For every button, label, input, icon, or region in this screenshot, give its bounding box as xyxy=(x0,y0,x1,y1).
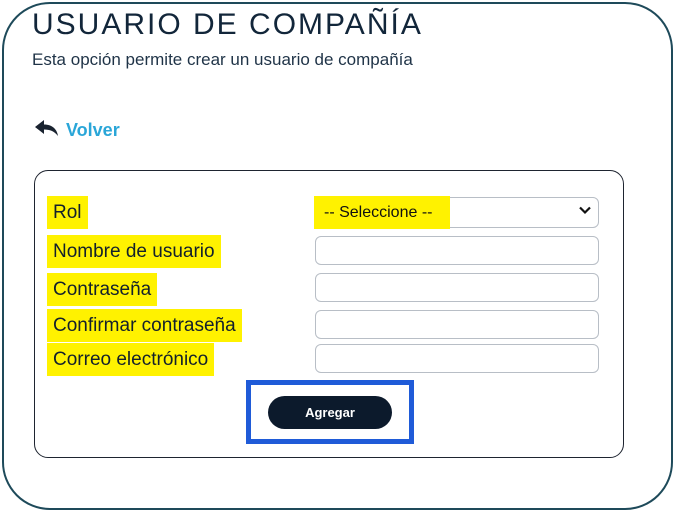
confirm-password-label: Confirmar contraseña xyxy=(47,309,242,342)
role-select-value: -- Seleccione -- xyxy=(314,196,451,229)
confirm-password-input[interactable] xyxy=(315,310,599,339)
password-label: Contraseña xyxy=(47,273,158,306)
page-title: USUARIO DE COMPAÑÍA xyxy=(32,8,423,41)
back-link-label: Volver xyxy=(66,120,120,140)
page-subtitle: Esta opción permite crear un usuario de … xyxy=(32,50,413,69)
email-input[interactable] xyxy=(315,344,599,373)
add-button[interactable]: Agregar xyxy=(268,395,392,429)
username-label: Nombre de usuario xyxy=(47,235,221,268)
username-input[interactable] xyxy=(315,236,599,265)
back-link[interactable]: Volver xyxy=(34,118,120,143)
chevron-down-icon xyxy=(578,203,598,222)
role-select[interactable]: -- Seleccione -- xyxy=(314,196,599,229)
user-form: Rol -- Seleccione -- Nombre de usuario C… xyxy=(34,170,624,458)
submit-highlight-box: Agregar xyxy=(246,380,414,444)
email-label: Correo electrónico xyxy=(47,343,215,376)
password-input[interactable] xyxy=(315,273,599,302)
reply-arrow-icon xyxy=(34,118,66,143)
role-label: Rol xyxy=(47,196,88,229)
